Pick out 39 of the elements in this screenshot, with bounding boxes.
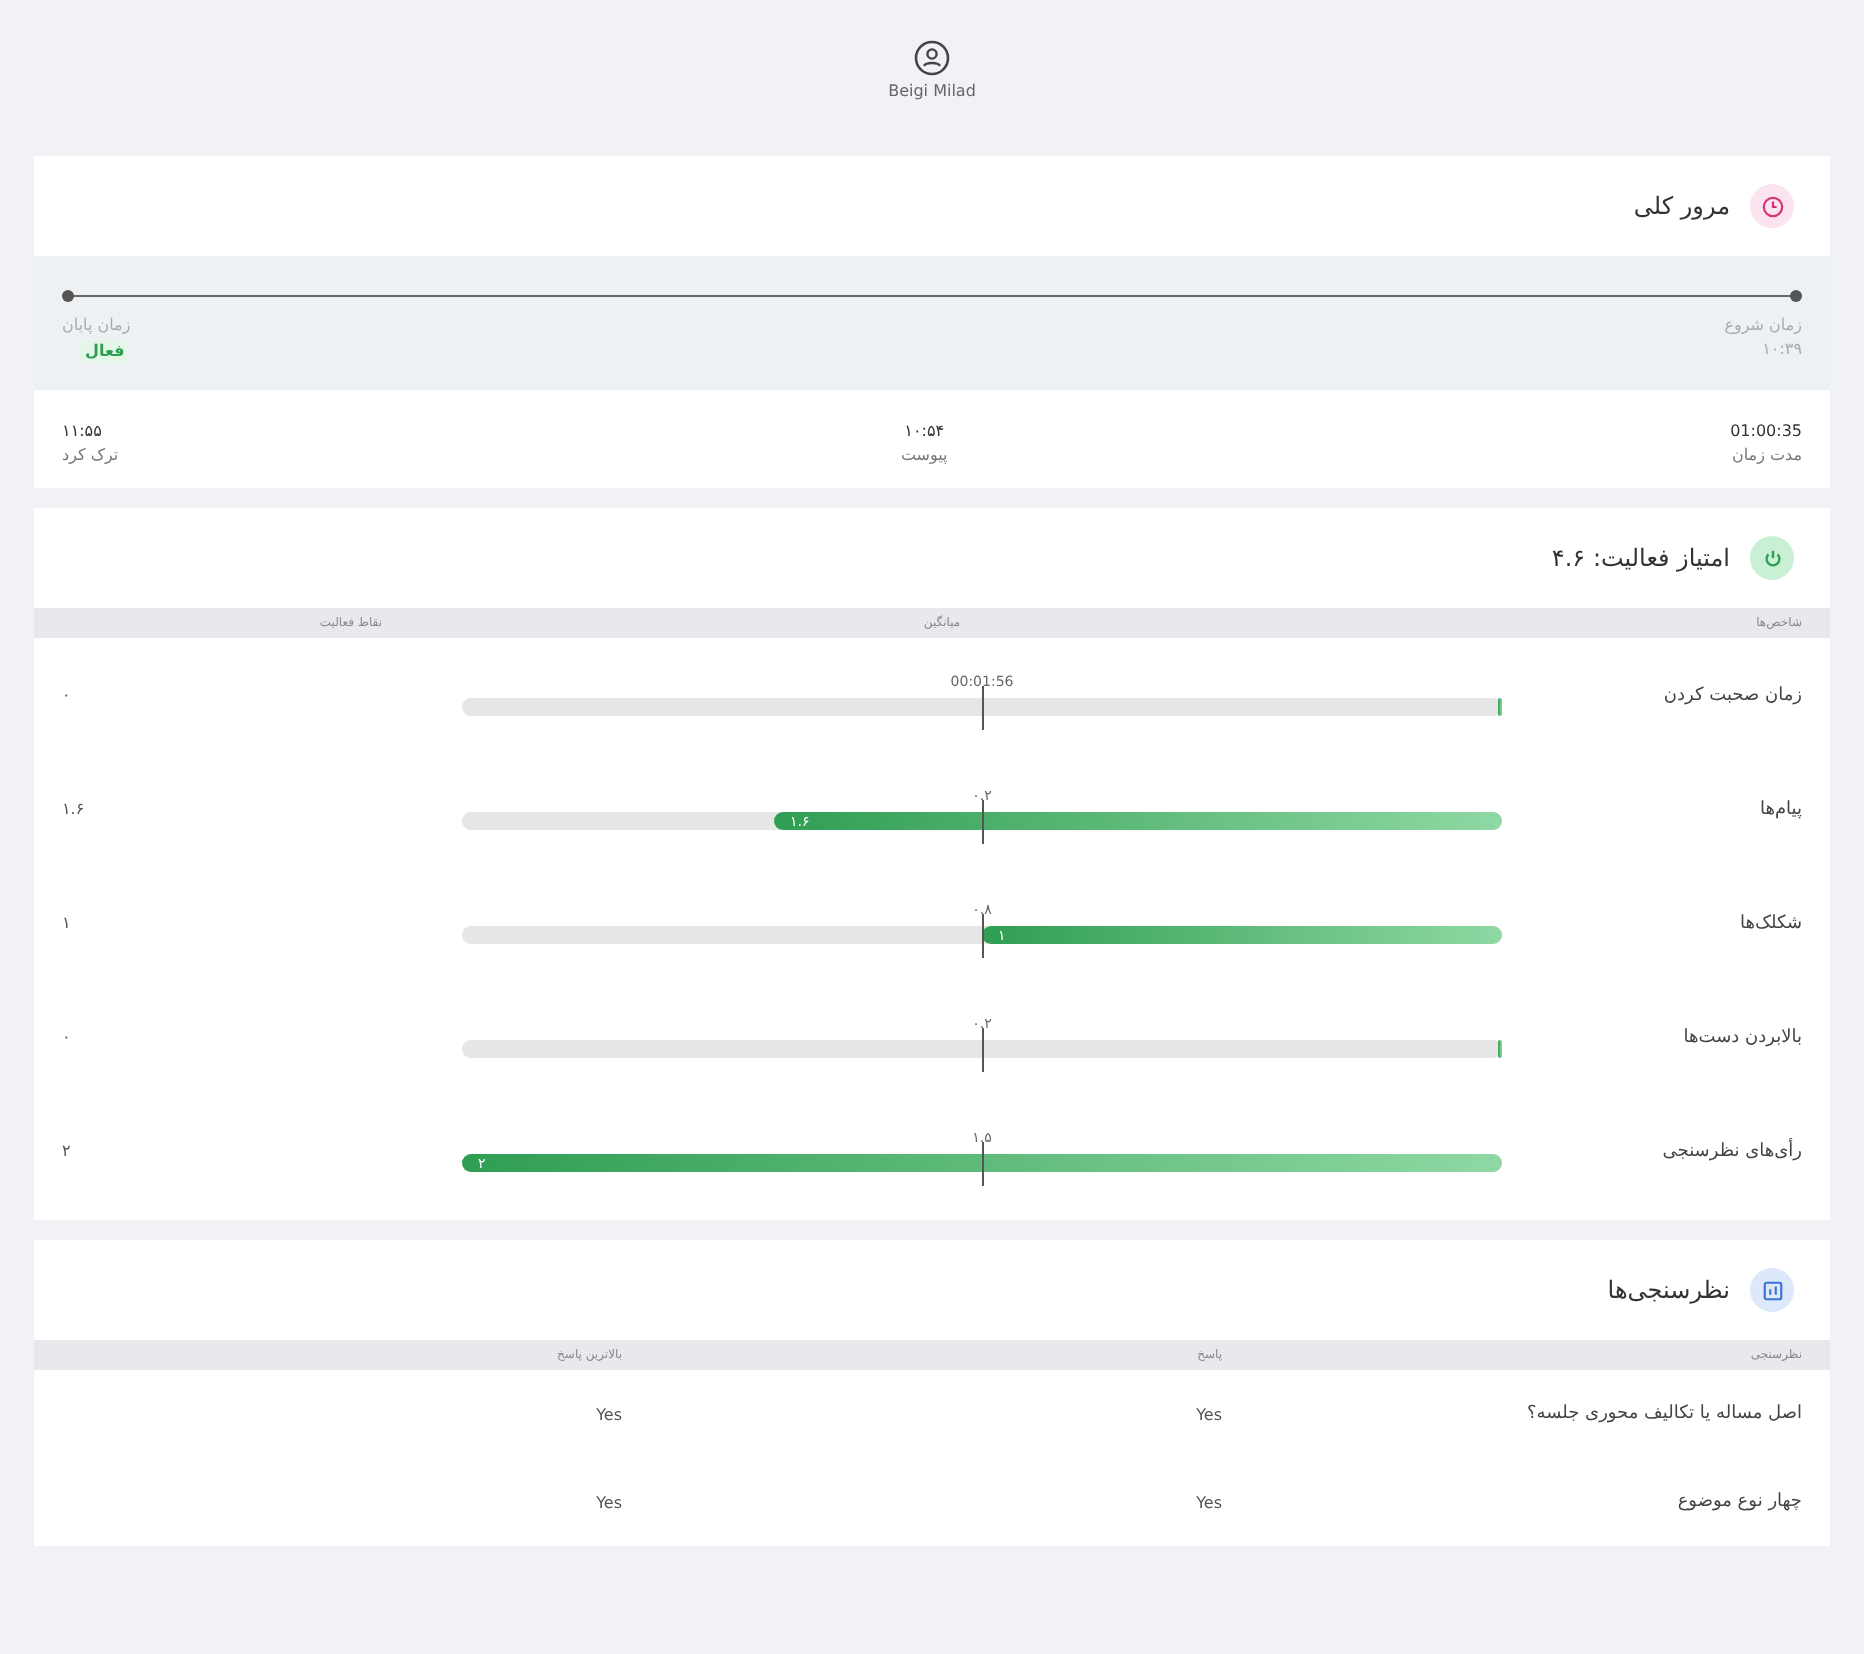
average-marker	[982, 1142, 984, 1186]
stat-value: ۱۱:۵۵	[62, 422, 102, 440]
section-title: مرور کلی	[1633, 192, 1730, 220]
start-time: ۱۰:۳۹	[1762, 340, 1802, 358]
score-value: ۰	[62, 686, 73, 704]
average-marker	[982, 914, 984, 958]
average-marker	[982, 686, 984, 730]
score-value: ۰	[62, 1028, 73, 1046]
stat-label: ترک کرد	[62, 446, 119, 464]
average-marker	[982, 1028, 984, 1072]
start-label: زمان شروع	[1724, 316, 1802, 334]
status-badge: فعال	[79, 340, 131, 362]
top-answer: Yes	[594, 1493, 622, 1511]
poll-answer: Yes	[1194, 1493, 1222, 1511]
power-icon	[1750, 536, 1794, 580]
poll-question: اصل مساله یا تکالیف محوری جلسه؟	[1524, 1404, 1802, 1424]
clock-icon	[1750, 184, 1794, 228]
top-answer: Yes	[594, 1405, 622, 1423]
user-icon	[914, 40, 950, 76]
section-title: نظرسنجی‌ها	[1607, 1276, 1730, 1304]
stat-label: پیوست	[900, 446, 948, 464]
user-name: Beigi Milad	[888, 82, 976, 100]
metric-name: زمان صحبت کردن	[1661, 685, 1802, 705]
section-title: امتیاز فعالیت: ۴.۶	[1551, 544, 1730, 572]
poll-answer: Yes	[1194, 1405, 1222, 1423]
stat-label: مدت زمان	[1731, 446, 1802, 464]
metric-name: رأی‌های نظرسنجی	[1660, 1141, 1802, 1161]
poll-question: چهار نوع موضوع	[1675, 1492, 1802, 1512]
chart-icon	[1750, 1268, 1794, 1312]
metric-name: پیام‌ها	[1757, 799, 1802, 819]
score-value: ۱.۶	[62, 800, 87, 818]
end-label: زمان پایان	[62, 316, 131, 334]
score-value: ۲	[62, 1142, 73, 1160]
stat-value: 01:00:35	[1730, 422, 1802, 440]
metric-name: شکلک‌ها	[1737, 913, 1802, 933]
metric-name: بالابردن دست‌ها	[1681, 1027, 1802, 1047]
stat-value: ۱۰:۵۴	[904, 422, 945, 440]
average-marker	[982, 800, 984, 844]
score-value: ۱	[62, 914, 73, 932]
